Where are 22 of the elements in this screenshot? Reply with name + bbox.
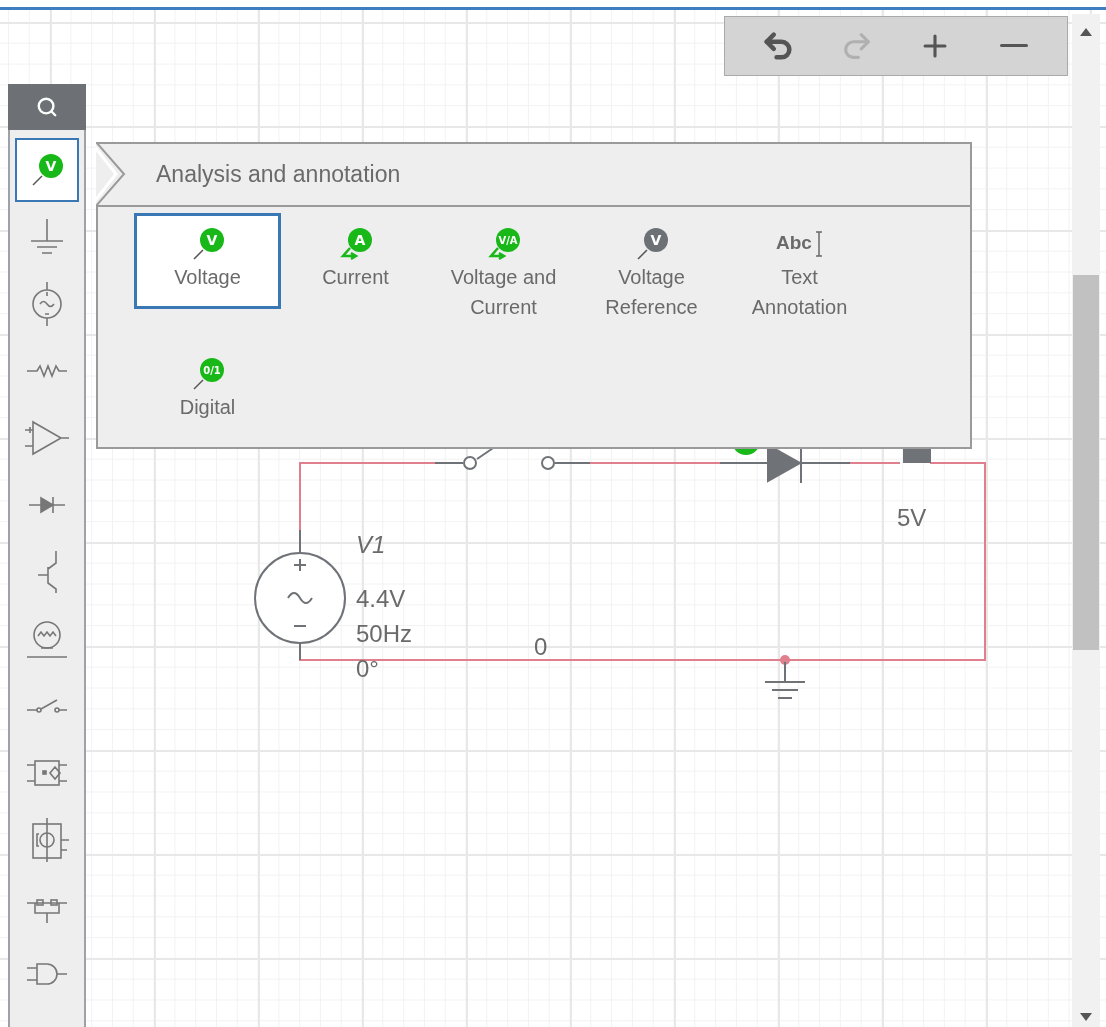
analysis-tool[interactable]: V/A Voltage and Current — [430, 213, 577, 331]
search-icon — [36, 96, 58, 118]
scroll-up-icon[interactable] — [1080, 28, 1092, 36]
source-amplitude: 4.4V — [356, 585, 406, 612]
source-phase: 0° — [356, 655, 379, 682]
analysis-tool[interactable]: V Voltage — [134, 213, 281, 309]
battery-voltage: 5V — [897, 504, 927, 531]
analysis-tool[interactable]: V Voltage Reference — [578, 213, 725, 331]
scroll-down-icon[interactable] — [1080, 1013, 1092, 1021]
source-name: V1 — [356, 531, 386, 558]
switch-icon — [26, 698, 68, 714]
popup-title: Analysis and annotation — [156, 161, 401, 188]
transistor-icon — [36, 550, 58, 594]
analysis-tool[interactable]: Abc Text Annotation — [726, 213, 873, 331]
component-category[interactable]: V — [15, 138, 79, 202]
scroll-thumb[interactable] — [1073, 275, 1099, 650]
minus-icon — [999, 44, 1028, 48]
search-button[interactable] — [8, 84, 86, 130]
node-label: 0 — [534, 633, 548, 660]
analysis-tool[interactable]: 0/1 Digital — [134, 343, 281, 439]
analysis-tool[interactable]: A Current — [282, 213, 429, 309]
source-frequency: 50Hz — [356, 620, 413, 647]
